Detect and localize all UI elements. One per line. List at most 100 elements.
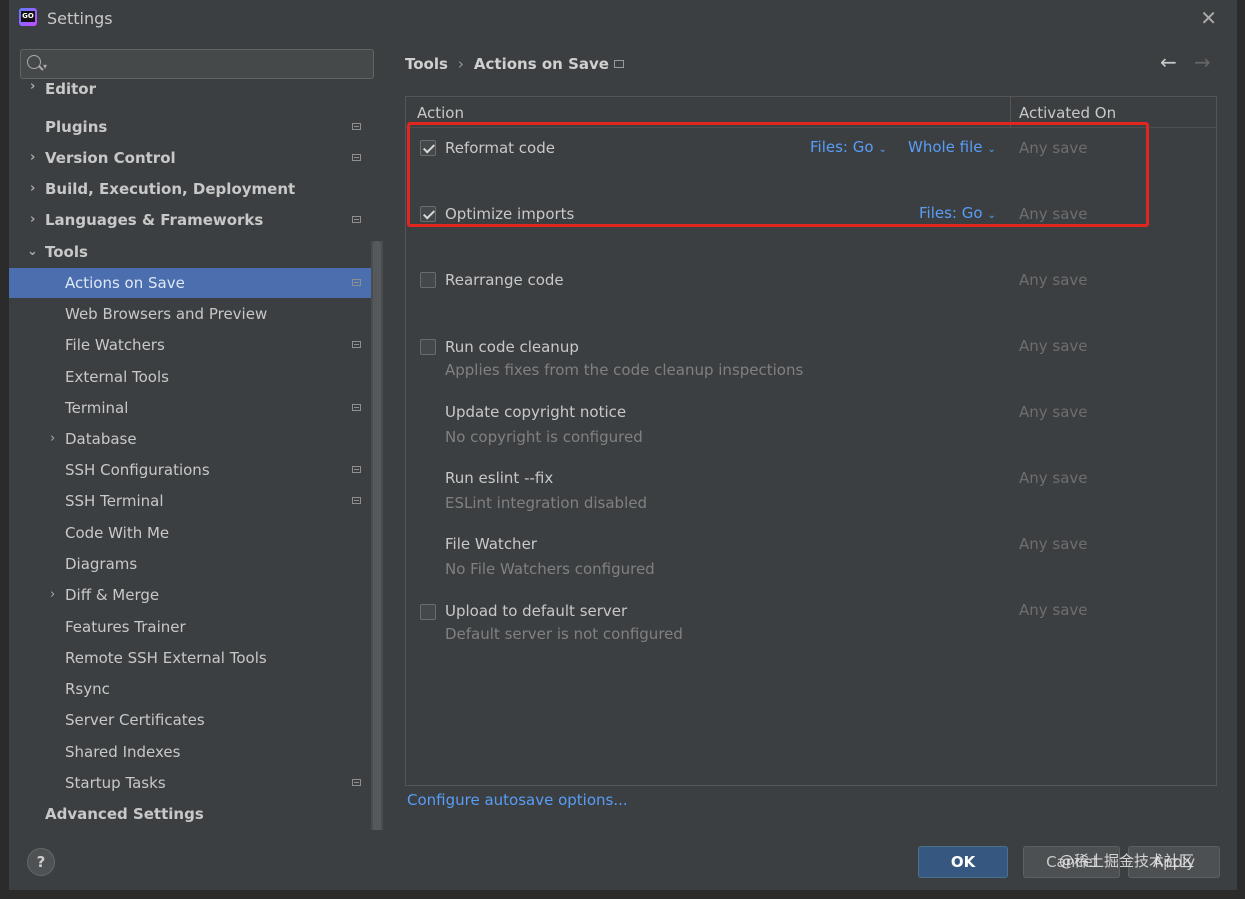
sidebar-item-label: Database <box>65 430 137 448</box>
sidebar-item-web-browsers[interactable]: Web Browsers and Preview <box>9 299 383 329</box>
sidebar-item-label: Startup Tasks <box>65 774 166 792</box>
background-edge <box>0 0 9 899</box>
forward-arrow-icon[interactable]: → <box>1194 50 1211 74</box>
sidebar-item-label: Version Control <box>45 149 176 167</box>
title-bar: GO Settings ✕ <box>9 0 1237 36</box>
checkbox-rearrange-code[interactable] <box>420 272 436 288</box>
column-header-activated-on[interactable]: Activated On <box>1019 104 1116 122</box>
sidebar-item-label: Tools <box>45 243 88 261</box>
project-settings-icon <box>352 341 361 348</box>
project-settings-icon <box>352 279 361 286</box>
sidebar-item-startup-tasks[interactable]: Startup Tasks <box>9 768 383 798</box>
sidebar-item-label: External Tools <box>65 368 169 386</box>
activated-on-value: Any save <box>1019 469 1088 487</box>
sidebar-item-label: Terminal <box>65 399 129 417</box>
row-label: File Watcher <box>445 535 537 553</box>
sidebar-item-label: Server Certificates <box>65 711 205 729</box>
sidebar-item-label: Features Trainer <box>65 618 186 636</box>
sidebar-item-label: Shared Indexes <box>65 743 181 761</box>
row-label: Run eslint --fix <box>445 469 554 487</box>
sidebar-item-build[interactable]: › Build, Execution, Deployment <box>9 174 383 204</box>
sidebar-item-rsync[interactable]: Rsync <box>9 674 383 704</box>
chevron-right-icon: › <box>30 212 36 227</box>
row-label: Upload to default server <box>445 602 628 620</box>
sidebar-item-label: Languages & Frameworks <box>45 211 264 229</box>
sidebar-item-actions-on-save[interactable]: Actions on Save <box>9 268 383 298</box>
row-label: Rearrange code <box>445 271 564 289</box>
app-logo-icon: GO <box>19 8 37 26</box>
row-description: No copyright is configured <box>445 428 643 446</box>
sidebar-item-tools[interactable]: ⌄ Tools <box>9 237 383 267</box>
chevron-right-icon: › <box>50 431 56 446</box>
close-icon[interactable]: ✕ <box>1200 6 1217 30</box>
row-description: No File Watchers configured <box>445 560 655 578</box>
sidebar-item-features-trainer[interactable]: Features Trainer <box>9 612 383 642</box>
row-label: Update copyright notice <box>445 403 627 421</box>
checkbox-upload-default-server[interactable] <box>420 604 436 620</box>
sidebar-item-diagrams[interactable]: Diagrams <box>9 549 383 579</box>
configure-autosave-link[interactable]: Configure autosave options... <box>407 791 628 809</box>
chevron-down-icon: ⌄ <box>27 244 38 259</box>
annotation-highlight-box <box>407 122 1149 227</box>
sidebar-item-label: Code With Me <box>65 524 170 542</box>
sidebar-item-version-control[interactable]: › Version Control <box>9 143 383 173</box>
ok-button[interactable]: OK <box>918 846 1008 878</box>
sidebar-item-editor[interactable]: › Editor <box>9 79 383 101</box>
help-icon[interactable]: ? <box>27 848 55 876</box>
sidebar-item-code-with-me[interactable]: Code With Me <box>9 518 383 548</box>
project-settings-icon <box>352 779 361 786</box>
activated-on-value: Any save <box>1019 535 1088 553</box>
search-input[interactable]: ▾ <box>20 49 374 79</box>
sidebar-item-server-certificates[interactable]: Server Certificates <box>9 705 383 735</box>
activated-on-value: Any save <box>1019 337 1088 355</box>
project-settings-icon <box>352 154 361 161</box>
sidebar-item-ssh-terminal[interactable]: SSH Terminal <box>9 486 383 516</box>
sidebar-item-label: Plugins <box>45 118 108 136</box>
sidebar-item-diff-merge[interactable]: › Diff & Merge <box>9 580 383 610</box>
sidebar-item-label: Diagrams <box>65 555 138 573</box>
sidebar-item-advanced-settings[interactable]: Advanced Settings <box>9 799 383 829</box>
sidebar-item-label: Rsync <box>65 680 110 698</box>
search-icon <box>27 55 41 69</box>
sidebar-item-file-watchers[interactable]: File Watchers <box>9 330 383 360</box>
sidebar-item-remote-ssh[interactable]: Remote SSH External Tools <box>9 643 383 673</box>
column-header-action[interactable]: Action <box>417 104 464 122</box>
sidebar-item-label: Web Browsers and Preview <box>65 305 268 323</box>
watermark-text: @稀土掘金技术社区 <box>1059 852 1195 870</box>
sidebar-item-external-tools[interactable]: External Tools <box>9 362 383 392</box>
sidebar-item-terminal[interactable]: Terminal <box>9 393 383 423</box>
sidebar-item-database[interactable]: › Database <box>9 424 383 454</box>
project-settings-icon <box>614 60 624 68</box>
breadcrumb-current: Actions on Save <box>473 55 609 73</box>
sidebar-item-shared-indexes[interactable]: Shared Indexes <box>9 737 383 767</box>
sidebar-scrollbar-thumb[interactable] <box>373 241 381 830</box>
sidebar-item-label: Actions on Save <box>65 274 185 292</box>
sidebar-item-ssh-configurations[interactable]: SSH Configurations <box>9 455 383 485</box>
sidebar-item-languages[interactable]: › Languages & Frameworks <box>9 205 383 235</box>
project-settings-icon <box>352 466 361 473</box>
row-label: Run code cleanup <box>445 338 579 356</box>
chevron-down-icon: ▾ <box>43 62 48 71</box>
chevron-right-icon: › <box>30 79 36 94</box>
back-arrow-icon[interactable]: ← <box>1160 50 1177 74</box>
chevron-right-icon: › <box>30 181 36 196</box>
row-description: Applies fixes from the code cleanup insp… <box>445 361 804 379</box>
sidebar-item-label: Build, Execution, Deployment <box>45 180 296 198</box>
project-settings-icon <box>352 497 361 504</box>
sidebar-item-label: Advanced Settings <box>45 805 204 823</box>
checkbox-run-code-cleanup[interactable] <box>420 339 436 355</box>
chevron-right-icon: › <box>30 150 36 165</box>
chevron-right-icon: › <box>50 587 56 602</box>
sidebar-item-label: Editor <box>45 80 96 98</box>
row-description: Default server is not configured <box>445 625 683 643</box>
sidebar-item-plugins[interactable]: Plugins <box>9 112 383 142</box>
breadcrumb-parent[interactable]: Tools <box>405 55 448 73</box>
sidebar-item-label: File Watchers <box>65 336 165 354</box>
settings-sidebar: ▾ › Editor Plugins › Version Control › B… <box>9 36 384 830</box>
sidebar-item-label: SSH Terminal <box>65 492 164 510</box>
breadcrumb: Tools › Actions on Save <box>405 55 609 73</box>
breadcrumb-separator: › <box>457 55 464 73</box>
row-description: ESLint integration disabled <box>445 494 647 512</box>
project-settings-icon <box>352 123 361 130</box>
activated-on-value: Any save <box>1019 403 1088 421</box>
